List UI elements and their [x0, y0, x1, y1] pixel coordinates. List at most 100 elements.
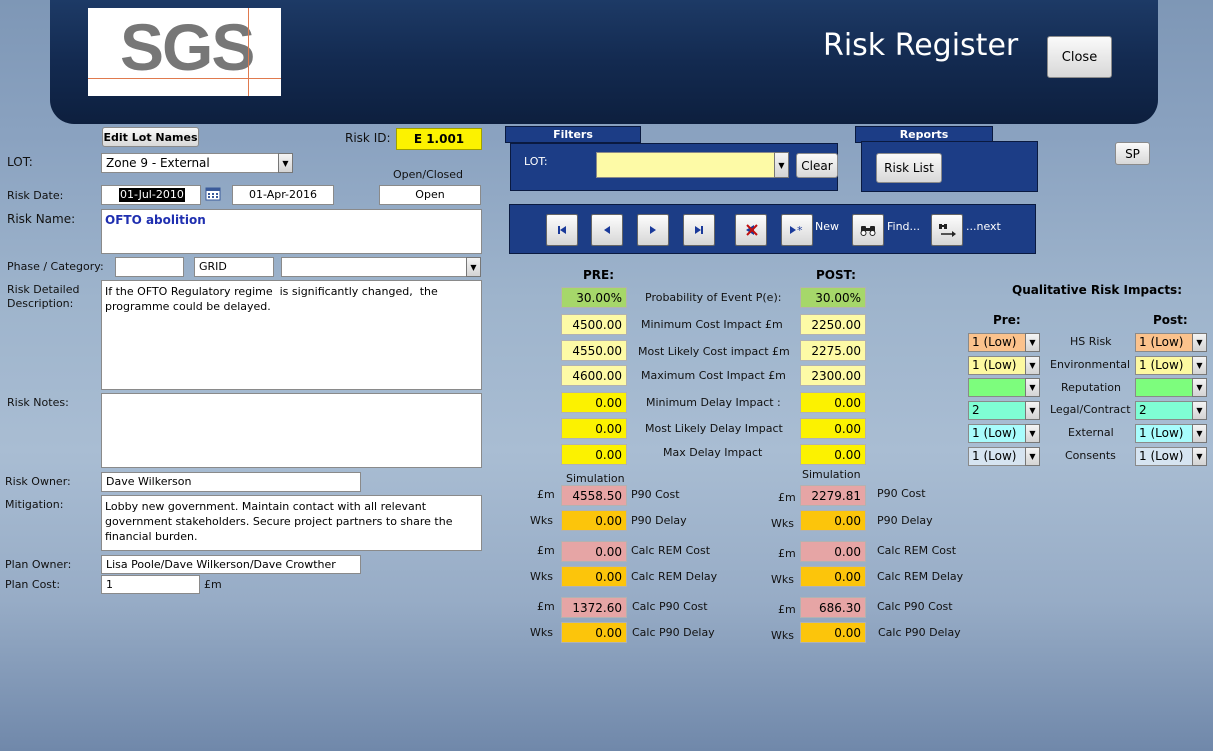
- unit-label: £m: [778, 603, 796, 616]
- svg-text:*: *: [797, 224, 803, 236]
- calendar-icon[interactable]: [205, 186, 221, 201]
- chevron-down-icon[interactable]: ▼: [1025, 401, 1040, 420]
- find-button[interactable]: [852, 214, 884, 246]
- edit-lot-names-button[interactable]: Edit Lot Names: [102, 127, 199, 147]
- previous-record-button[interactable]: [591, 214, 623, 246]
- first-record-icon: [558, 226, 566, 234]
- qualitative-post-header: Post:: [1153, 313, 1188, 327]
- post-likely-cost[interactable]: 2275.00: [800, 340, 866, 361]
- chevron-down-icon[interactable]: ▼: [1192, 401, 1207, 420]
- chevron-down-icon[interactable]: ▼: [1192, 447, 1207, 466]
- sim-label: Calc REM Cost: [877, 544, 957, 557]
- chevron-down-icon[interactable]: ▼: [1025, 378, 1040, 397]
- chevron-down-icon[interactable]: ▼: [278, 153, 293, 173]
- consents-post-select[interactable]: 1 (Low): [1135, 447, 1193, 466]
- risk-notes-label: Risk Notes:: [7, 396, 69, 409]
- pre-min-delay[interactable]: 0.00: [561, 392, 627, 413]
- qualitative-row-label: Reputation: [1061, 381, 1121, 394]
- plan-owner-field[interactable]: Lisa Poole/Dave Wilkerson/Dave Crowther: [101, 555, 361, 574]
- pre-min-cost[interactable]: 4500.00: [561, 314, 627, 335]
- new-label: New: [815, 220, 839, 233]
- post-max-delay[interactable]: 0.00: [800, 444, 866, 465]
- environmental-post-select[interactable]: 1 (Low): [1135, 356, 1193, 375]
- unit-label: Wks: [530, 514, 553, 527]
- post-min-delay[interactable]: 0.00: [800, 392, 866, 413]
- find-next-icon: [939, 224, 956, 237]
- pre-max-delay[interactable]: 0.00: [561, 444, 627, 465]
- chevron-down-icon[interactable]: ▼: [1192, 356, 1207, 375]
- environmental-pre-select[interactable]: 1 (Low): [968, 356, 1026, 375]
- hs-risk-pre-select[interactable]: 1 (Low): [968, 333, 1026, 352]
- external-post-select[interactable]: 1 (Low): [1135, 424, 1193, 443]
- unit-label: £m: [537, 600, 555, 613]
- last-record-icon: [695, 226, 703, 234]
- second-date-field[interactable]: 01-Apr-2016: [232, 185, 334, 205]
- external-pre-select[interactable]: 1 (Low): [968, 424, 1026, 443]
- legal-contract-post-select[interactable]: 2: [1135, 401, 1193, 420]
- open-closed-field[interactable]: Open: [379, 185, 481, 205]
- post-max-cost[interactable]: 2300.00: [800, 365, 866, 386]
- chevron-down-icon[interactable]: ▼: [1192, 333, 1207, 352]
- last-record-button[interactable]: [683, 214, 715, 246]
- filter-lot-select[interactable]: [596, 152, 775, 178]
- delete-record-button[interactable]: [735, 214, 767, 246]
- category-field[interactable]: GRID: [194, 257, 274, 277]
- close-button[interactable]: Close: [1047, 36, 1112, 78]
- chevron-down-icon[interactable]: ▼: [1192, 378, 1207, 397]
- new-record-button[interactable]: *: [781, 214, 813, 246]
- risk-name-field[interactable]: OFTO abolition: [101, 209, 482, 254]
- first-record-button[interactable]: [546, 214, 578, 246]
- chevron-down-icon[interactable]: ▼: [1025, 424, 1040, 443]
- reputation-post-select[interactable]: [1135, 378, 1193, 397]
- mitigation-field[interactable]: Lobby new government. Maintain contact w…: [101, 495, 482, 551]
- sp-button[interactable]: SP: [1115, 142, 1150, 165]
- impact-label: Max Delay Impact: [663, 446, 763, 459]
- plan-cost-field[interactable]: 1: [101, 575, 200, 594]
- post-likely-delay[interactable]: 0.00: [800, 418, 866, 439]
- risk-desc-label: Risk Detailed: [7, 283, 80, 296]
- app-title: Risk Register: [823, 28, 1019, 63]
- find-next-button[interactable]: [931, 214, 963, 246]
- next-record-button[interactable]: [637, 214, 669, 246]
- risk-owner-field[interactable]: Dave Wilkerson: [101, 472, 361, 492]
- legal-contract-pre-select[interactable]: 2: [968, 401, 1026, 420]
- pre-calc-p90-cost: 1372.60: [561, 597, 627, 618]
- sim-label: Calc P90 Cost: [877, 600, 953, 613]
- chevron-down-icon[interactable]: ▼: [774, 152, 789, 178]
- impact-label: Minimum Delay Impact :: [646, 396, 781, 409]
- sim-label: Calc P90 Delay: [878, 626, 961, 639]
- sim-label: Calc REM Delay: [877, 570, 964, 583]
- sim-label: Calc REM Cost: [631, 544, 711, 557]
- post-min-cost[interactable]: 2250.00: [800, 314, 866, 335]
- pre-max-cost[interactable]: 4600.00: [561, 365, 627, 386]
- hs-risk-post-select[interactable]: 1 (Low): [1135, 333, 1193, 352]
- consents-pre-select[interactable]: 1 (Low): [968, 447, 1026, 466]
- qualitative-row-label: Legal/Contract: [1050, 403, 1131, 416]
- risk-list-button[interactable]: Risk List: [876, 153, 942, 183]
- risk-date-value: 01-Jul-2010: [119, 188, 185, 202]
- sim-label: P90 Delay: [631, 514, 687, 527]
- pre-probability[interactable]: 30.00%: [561, 287, 627, 308]
- clear-button[interactable]: Clear: [796, 153, 838, 178]
- post-calc-p90-delay: 0.00: [800, 622, 866, 643]
- risk-desc-label: Description:: [7, 297, 74, 310]
- chevron-down-icon[interactable]: ▼: [466, 257, 481, 277]
- chevron-down-icon[interactable]: ▼: [1025, 447, 1040, 466]
- post-calc-p90-cost: 686.30: [800, 597, 866, 618]
- pre-likely-cost[interactable]: 4550.00: [561, 340, 627, 361]
- next-record-icon: [650, 226, 656, 234]
- chevron-down-icon[interactable]: ▼: [1025, 356, 1040, 375]
- subcategory-select[interactable]: [281, 257, 467, 277]
- risk-date-field[interactable]: 01-Jul-2010: [101, 185, 201, 205]
- lot-select[interactable]: Zone 9 - External: [101, 153, 279, 173]
- find-label: Find...: [887, 220, 921, 233]
- reputation-pre-select[interactable]: [968, 378, 1026, 397]
- chevron-down-icon[interactable]: ▼: [1025, 333, 1040, 352]
- sim-label: P90 Cost: [877, 487, 926, 500]
- risk-notes-field[interactable]: [101, 393, 482, 468]
- post-probability[interactable]: 30.00%: [800, 287, 866, 308]
- phase-field[interactable]: [115, 257, 184, 277]
- pre-likely-delay[interactable]: 0.00: [561, 418, 627, 439]
- risk-description-field[interactable]: If the OFTO Regulatory regime is signifi…: [101, 280, 482, 390]
- chevron-down-icon[interactable]: ▼: [1192, 424, 1207, 443]
